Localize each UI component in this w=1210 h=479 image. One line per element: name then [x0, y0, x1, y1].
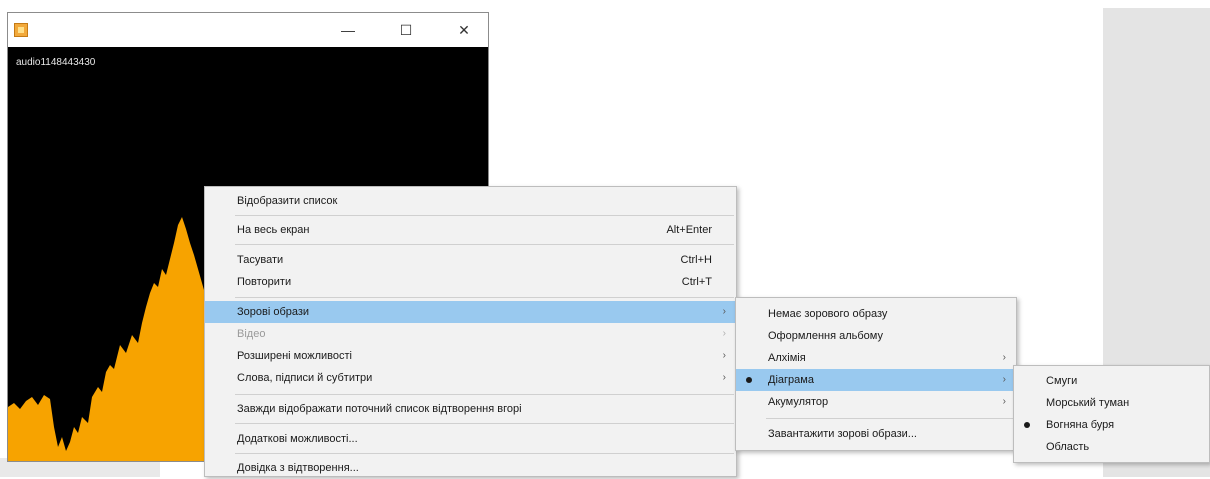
submenu-item-album-art[interactable]: Оформлення альбому [736, 325, 1016, 347]
submenu-item-alchemy[interactable]: Алхімія › [736, 347, 1016, 369]
menu-item-visualizations[interactable]: Зорові образи › [205, 301, 736, 323]
menu-item-label: Додаткові можливості... [237, 433, 358, 445]
menu-item-label: Відео [237, 328, 266, 340]
menu-item-shuffle[interactable]: Тасувати Ctrl+H [205, 249, 736, 271]
menu-item-label: Смуги [1046, 375, 1078, 387]
menu-item-label: Морський туман [1046, 397, 1130, 409]
menu-item-show-list[interactable]: Відобразити список [205, 190, 736, 212]
menu-separator [235, 244, 734, 245]
bars-submenu: Смуги Морський туман Вогняна буря Област… [1013, 365, 1210, 463]
menu-separator [235, 297, 734, 298]
close-button[interactable]: ✕ [449, 18, 479, 42]
menu-item-always-on-top[interactable]: Завжди відображати поточний список відтв… [205, 398, 736, 420]
submenu-item-scope[interactable]: Область [1014, 436, 1209, 458]
selected-bullet-icon [1024, 422, 1030, 428]
menu-separator [235, 394, 734, 395]
context-menu: Відобразити список На весь екран Alt+Ent… [204, 186, 737, 477]
menu-item-label: Повторити [237, 276, 292, 288]
submenu-item-bars[interactable]: Діаграма › [736, 369, 1016, 391]
chevron-right-icon: › [722, 328, 726, 339]
menu-item-label: Вогняна буря [1046, 419, 1115, 431]
menu-item-playback-help[interactable]: Довідка з відтворення... [205, 457, 736, 479]
menu-item-more-options[interactable]: Додаткові можливості... [205, 428, 736, 450]
title-bar[interactable]: — ☐ ✕ [8, 13, 488, 47]
menu-item-label: Відобразити список [237, 195, 338, 207]
menu-separator [235, 215, 734, 216]
submenu-item-download-visualizations[interactable]: Завантажити зорові образи... [736, 423, 1016, 445]
menu-item-video[interactable]: Відео › [205, 323, 736, 345]
menu-separator [766, 418, 1014, 419]
chevron-right-icon: › [1002, 374, 1006, 385]
media-title: audio1148443430 [16, 57, 96, 68]
menu-item-label: Завжди відображати поточний список відтв… [237, 403, 522, 415]
menu-item-label: Акумулятор [768, 396, 829, 408]
submenu-item-fire-storm[interactable]: Вогняна буря [1014, 414, 1209, 436]
shortcut-label: Ctrl+T [681, 276, 712, 288]
menu-item-enhancements[interactable]: Розширені можливості › [205, 345, 736, 367]
menu-item-label: Немає зорового образу [768, 308, 888, 320]
maximize-button[interactable]: ☐ [391, 18, 421, 42]
shortcut-label: Ctrl+H [680, 254, 712, 266]
chevron-right-icon: › [722, 372, 726, 383]
menu-separator [235, 453, 734, 454]
menu-item-label: Довідка з відтворення... [237, 462, 359, 474]
menu-item-lyrics-subtitles[interactable]: Слова, підписи й субтитри › [205, 367, 736, 389]
chevron-right-icon: › [1002, 396, 1006, 407]
submenu-item-ocean-mist[interactable]: Морський туман [1014, 392, 1209, 414]
chevron-right-icon: › [1002, 352, 1006, 363]
menu-item-label: Тасувати [237, 254, 284, 266]
submenu-item-battery[interactable]: Акумулятор › [736, 391, 1016, 413]
visualizations-submenu: Немає зорового образу Оформлення альбому… [735, 297, 1017, 451]
submenu-item-no-visualization[interactable]: Немає зорового образу [736, 303, 1016, 325]
menu-item-label: Область [1046, 441, 1090, 453]
selected-bullet-icon [746, 377, 752, 383]
submenu-item-bars-and-waves[interactable]: Смуги [1014, 370, 1209, 392]
menu-item-repeat[interactable]: Повторити Ctrl+T [205, 271, 736, 293]
menu-item-label: Алхімія [768, 352, 806, 364]
menu-item-label: Діаграма [768, 374, 814, 386]
menu-separator [235, 423, 734, 424]
shortcut-label: Alt+Enter [666, 224, 712, 236]
menu-item-label: Зорові образи [237, 306, 310, 318]
minimize-button[interactable]: — [333, 18, 363, 42]
menu-item-label: Оформлення альбому [768, 330, 883, 342]
menu-item-label: На весь екран [237, 224, 310, 236]
menu-item-fullscreen[interactable]: На весь екран Alt+Enter [205, 219, 736, 241]
menu-item-label: Розширені можливості [237, 350, 352, 362]
chevron-right-icon: › [722, 350, 726, 361]
chevron-right-icon: › [722, 306, 726, 317]
app-icon [14, 23, 28, 37]
menu-item-label: Слова, підписи й субтитри [237, 372, 373, 384]
menu-item-label: Завантажити зорові образи... [768, 428, 917, 440]
